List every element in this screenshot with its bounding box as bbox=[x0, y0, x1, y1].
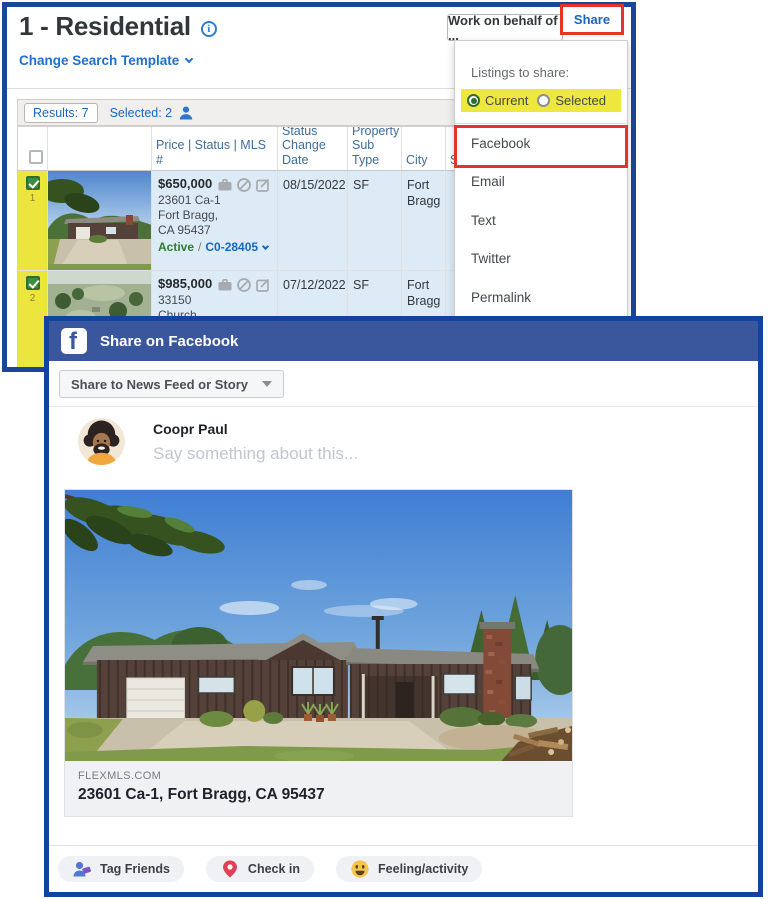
header-price-status-mls[interactable]: Price | Status | MLS # bbox=[152, 127, 278, 171]
edit-note-icon[interactable] bbox=[255, 177, 271, 193]
status-separator: / bbox=[198, 240, 201, 255]
select-all-checkbox[interactable] bbox=[29, 150, 43, 164]
house-photo bbox=[65, 490, 572, 761]
feeling-activity-icon bbox=[350, 859, 370, 879]
header-checkbox-cell bbox=[18, 127, 48, 171]
address-line: 33150 bbox=[158, 293, 271, 308]
property-sub-type-cell: SF bbox=[348, 171, 402, 271]
share-dropdown-menu: Listings to share: Current Selected Face… bbox=[454, 40, 628, 318]
share-destination-row: Share to News Feed or Story bbox=[49, 361, 758, 407]
radio-current[interactable] bbox=[467, 94, 480, 107]
row2-checkbox[interactable] bbox=[26, 276, 40, 290]
results-count-badge: Results: 7 bbox=[24, 103, 98, 123]
post-composer: Coopr Paul Say something about this... bbox=[49, 407, 758, 465]
prohibited-icon[interactable] bbox=[236, 277, 252, 293]
info-icon[interactable]: i bbox=[201, 21, 217, 37]
chevron-down-icon bbox=[185, 55, 193, 63]
facebook-dialog-content: f Share on Facebook Share to News Feed o… bbox=[49, 321, 758, 892]
header-photo bbox=[48, 127, 152, 171]
change-search-template-link[interactable]: Change Search Template bbox=[19, 53, 192, 68]
city-cell: Fort Bragg bbox=[402, 171, 446, 271]
link-preview-card[interactable]: FLEXMLS.COM 23601 Ca-1, Fort Bragg, CA 9… bbox=[64, 489, 573, 817]
caret-down-icon bbox=[262, 381, 272, 387]
listing-action-icons bbox=[217, 277, 271, 293]
work-on-behalf-label: Work on behalf of ... bbox=[448, 13, 562, 43]
listings-to-share-label: Listings to share: bbox=[471, 65, 627, 80]
header-status-change-date[interactable]: Status Change Date bbox=[278, 127, 348, 171]
row1-checkbox-cell: 1 bbox=[18, 171, 48, 271]
annotation-facebook-highlight bbox=[454, 125, 628, 168]
menu-item-permalink[interactable]: Permalink bbox=[455, 278, 627, 317]
composer-text-area[interactable]: Coopr Paul Say something about this... bbox=[153, 418, 358, 465]
address-line: Fort Bragg, bbox=[158, 208, 271, 223]
check-in-icon bbox=[220, 859, 240, 879]
tag-friends-label: Tag Friends bbox=[100, 862, 170, 876]
tag-friends-icon bbox=[72, 859, 92, 879]
prohibited-icon[interactable] bbox=[236, 177, 252, 193]
feeling-activity-button[interactable]: Feeling/activity bbox=[336, 856, 482, 882]
edit-note-icon[interactable] bbox=[255, 277, 271, 293]
composer-placeholder: Say something about this... bbox=[153, 444, 358, 464]
facebook-dialog-header: f Share on Facebook bbox=[49, 321, 758, 361]
header-city[interactable]: City bbox=[402, 127, 446, 171]
user-name: Coopr Paul bbox=[153, 421, 358, 437]
listing-price: $985,000 bbox=[158, 276, 212, 292]
person-icon[interactable] bbox=[178, 105, 194, 121]
header-property-sub-type[interactable]: Property Sub Type bbox=[348, 127, 402, 171]
price-status-cell: $650,000 bbox=[152, 171, 278, 271]
post-options-bar: Tag Friends Check in F bbox=[49, 845, 758, 892]
check-in-button[interactable]: Check in bbox=[206, 856, 314, 882]
row-number: 2 bbox=[30, 293, 36, 304]
address-line: 23601 Ca-1 bbox=[158, 193, 271, 208]
menu-item-email[interactable]: Email bbox=[455, 163, 627, 202]
facebook-share-dialog: f Share on Facebook Share to News Feed o… bbox=[44, 316, 763, 897]
title-row: 1 - Residential i bbox=[19, 11, 217, 42]
selected-count: Selected: 2 bbox=[110, 105, 195, 121]
check-in-label: Check in bbox=[248, 862, 300, 876]
page: 1 - Residential i Change Search Template… bbox=[0, 0, 768, 899]
row1-checkbox[interactable] bbox=[26, 176, 40, 190]
chevron-down-icon bbox=[262, 242, 269, 249]
facebook-dialog-title: Share on Facebook bbox=[100, 333, 238, 350]
preview-domain: FLEXMLS.COM bbox=[78, 770, 559, 782]
page-title: 1 - Residential bbox=[19, 11, 191, 42]
briefcase-icon[interactable] bbox=[217, 277, 233, 293]
radio-selected-label: Selected bbox=[555, 93, 606, 108]
briefcase-icon[interactable] bbox=[217, 177, 233, 193]
menu-item-twitter[interactable]: Twitter bbox=[455, 240, 627, 279]
listing-status: Active bbox=[158, 240, 194, 255]
listing-photo-thumbnail[interactable] bbox=[48, 171, 152, 271]
house-photo-thumb bbox=[48, 171, 152, 271]
avatar bbox=[78, 418, 125, 465]
share-destination-label: Share to News Feed or Story bbox=[71, 377, 248, 392]
row-number: 1 bbox=[30, 193, 36, 204]
work-on-behalf-button[interactable]: Work on behalf of ... bbox=[447, 14, 563, 41]
mls-number-link[interactable]: C0-28405 bbox=[205, 240, 268, 255]
share-button[interactable]: Share bbox=[574, 12, 610, 27]
tag-friends-button[interactable]: Tag Friends bbox=[58, 856, 184, 882]
listing-action-icons bbox=[217, 177, 271, 193]
mls-number: C0-28405 bbox=[205, 240, 258, 255]
status-change-date-cell: 08/15/2022 bbox=[278, 171, 348, 271]
preview-headline: 23601 Ca-1, Fort Bragg, CA 95437 bbox=[78, 786, 559, 804]
share-destination-dropdown[interactable]: Share to News Feed or Story bbox=[59, 370, 284, 398]
radio-current-label: Current bbox=[485, 93, 528, 108]
listings-scope-radio-row: Current Selected bbox=[461, 89, 621, 112]
feeling-activity-label: Feeling/activity bbox=[378, 862, 468, 876]
change-search-template-label: Change Search Template bbox=[19, 53, 179, 68]
link-preview-footer: FLEXMLS.COM 23601 Ca-1, Fort Bragg, CA 9… bbox=[65, 761, 572, 816]
menu-item-text[interactable]: Text bbox=[455, 201, 627, 240]
listing-price: $650,000 bbox=[158, 176, 212, 192]
listing-photo bbox=[65, 490, 572, 761]
annotation-share-highlight: Share bbox=[560, 4, 624, 35]
selected-count-label: Selected: 2 bbox=[110, 106, 173, 120]
user-avatar-illustration bbox=[78, 418, 125, 465]
address-line: CA 95437 bbox=[158, 223, 271, 238]
facebook-logo-icon: f bbox=[61, 328, 87, 354]
radio-selected[interactable] bbox=[537, 94, 550, 107]
